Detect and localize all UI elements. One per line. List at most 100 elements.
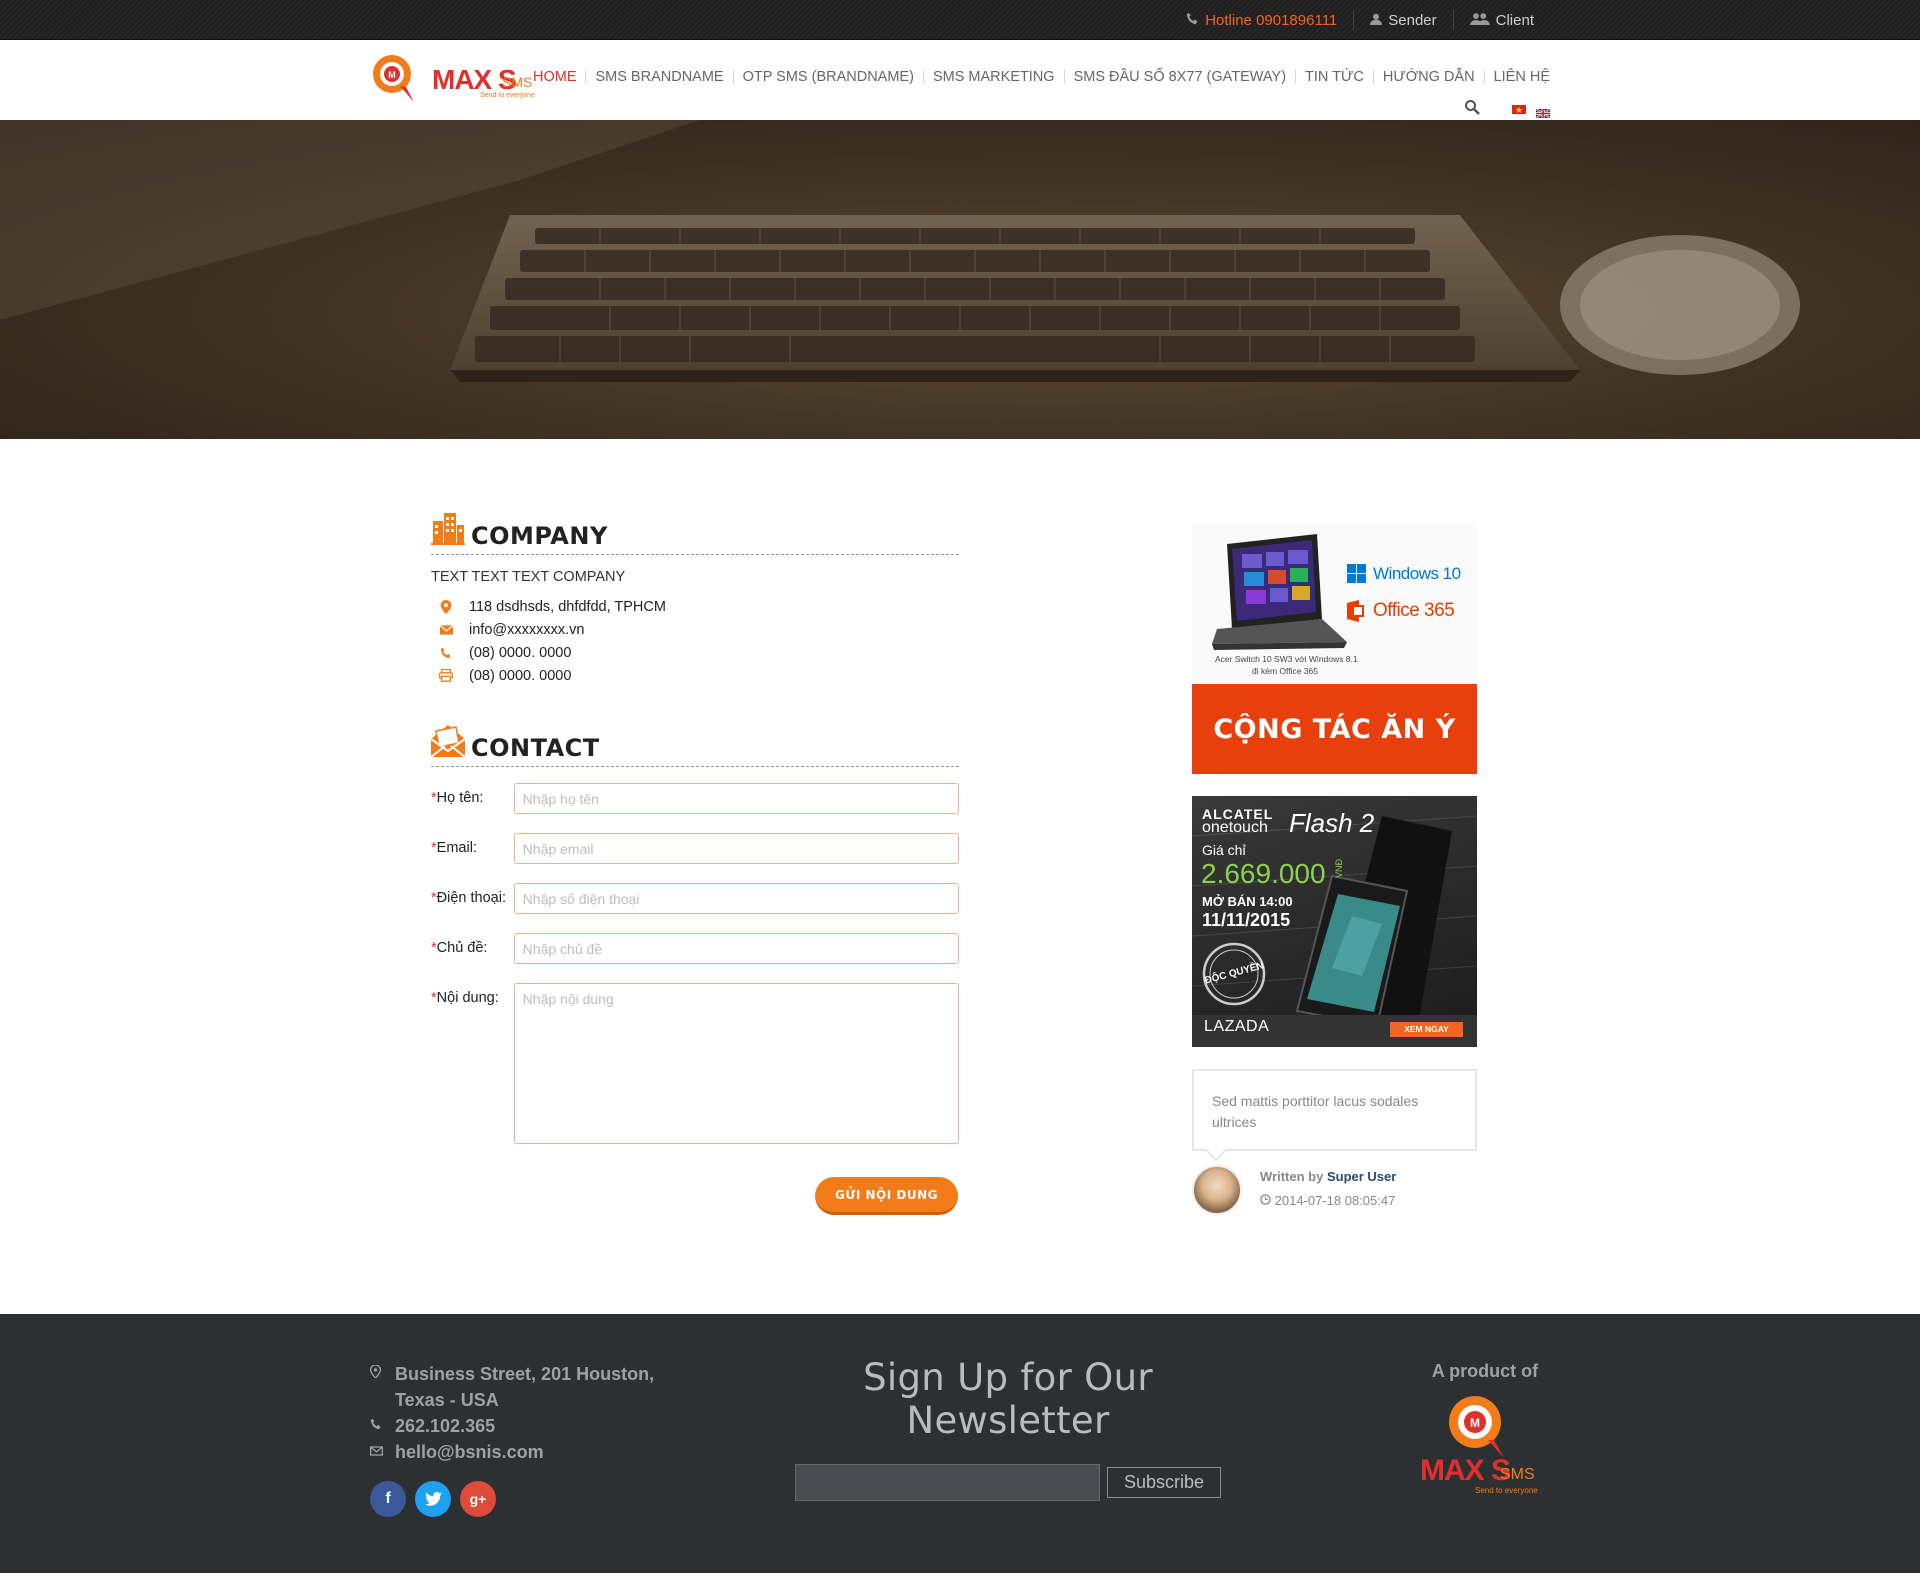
ad2-cta[interactable]: XEM NGAY (1390, 1022, 1463, 1037)
fax-text: (08) 0000. 0000 (469, 667, 572, 684)
contact-heading: CONTACT (430, 717, 959, 767)
ad1-banner: CỘNG TÁC ĂN Ý (1192, 684, 1477, 774)
footer-logo-text: MAX S (1420, 1454, 1511, 1487)
footer-logo-sms: SMS (1500, 1466, 1535, 1483)
company-heading: COMPANY (431, 505, 959, 555)
location-pin-icon (369, 1361, 384, 1387)
subject-row: *Chủ đề: (431, 933, 959, 983)
company-info: 118 dsdhsds, dhfdfdd, TPHCM info@xxxxxxx… (431, 595, 959, 687)
nav-sms-brandname[interactable]: SMS BRANDNAME (585, 70, 732, 84)
author-name[interactable]: Super User (1327, 1169, 1396, 1184)
nav-guide[interactable]: HƯỚNG DẪN (1372, 70, 1484, 84)
phone-row-form: *Điện thoại: (431, 883, 959, 933)
phone-text: (08) 0000. 0000 (469, 644, 572, 661)
email-row-form: *Email: (431, 833, 959, 883)
email-text[interactable]: info@xxxxxxxx.vn (469, 622, 584, 638)
subject-label: *Chủ đề: (431, 933, 514, 956)
footer-logo-tagline: Send to everyone (1475, 1486, 1538, 1495)
nav-home[interactable]: HOME (524, 70, 586, 85)
contact-title: CONTACT (471, 734, 600, 762)
email-input[interactable] (513, 833, 959, 864)
ad2-sale: MỞ BÁN 14:00 (1202, 894, 1293, 909)
client-link[interactable]: Client (1452, 10, 1550, 30)
testimonial-author: Written by Super User 2014-07-18 08:05:4… (1192, 1165, 1477, 1215)
footer-address: Business Street, 201 Houston, Texas - US… (369, 1361, 655, 1413)
header-tools (1464, 99, 1551, 120)
newsletter-form: Subscribe (795, 1464, 1224, 1501)
footer-address-2: Texas - USA (395, 1390, 499, 1410)
phone-row: (08) 0000. 0000 (431, 641, 959, 664)
hotline-text: Hotline 0901896111 (1205, 11, 1338, 29)
ad2-brand2: onetouch (1202, 819, 1268, 836)
hero-banner (0, 120, 1920, 439)
google-plus-icon[interactable]: g+ (460, 1481, 496, 1517)
windows-text: Windows 10 (1373, 564, 1461, 583)
clock-icon (1260, 1193, 1271, 1208)
nav-otp-sms[interactable]: OTP SMS (BRANDNAME) (732, 70, 923, 84)
ad2-model: Flash 2 (1289, 808, 1375, 838)
site-header: M MAX S SMS Send to everyone HOME SMS BR… (0, 40, 1920, 120)
twitter-icon[interactable] (415, 1481, 451, 1517)
printer-icon (431, 669, 469, 682)
email-row: info@xxxxxxxx.vn (431, 618, 959, 641)
newsletter-email-input[interactable] (795, 1464, 1100, 1501)
submit-button[interactable]: GỬI NỘI DUNG (815, 1177, 958, 1215)
ad2-shop: LAZADA (1204, 1018, 1270, 1035)
ad1-caption-2: đi kèm Office 365 (1252, 666, 1318, 676)
nav-sms-gateway[interactable]: SMS ĐẦU SỐ 8X77 (GATEWAY) (1063, 70, 1295, 84)
svg-text:M: M (1470, 1416, 1480, 1430)
sender-label: Sender (1388, 11, 1437, 29)
message-textarea[interactable] (513, 983, 959, 1144)
footer-logo[interactable]: M MAX S SMS Send to everyone (1420, 1392, 1550, 1502)
keyboard-image (0, 120, 1920, 439)
phone-icon (431, 647, 469, 659)
footer-address-1: Business Street, 201 Houston, (395, 1364, 655, 1384)
client-label: Client (1495, 11, 1534, 29)
email-label-text: Email: (436, 840, 477, 856)
nav-contact[interactable]: LIÊN HỆ (1483, 70, 1550, 84)
facebook-icon[interactable]: f (370, 1481, 406, 1517)
top-bar: Hotline 0901896111 Sender Client (0, 0, 1920, 40)
avatar (1192, 1165, 1242, 1215)
submit-wrap: GỬI NỘI DUNG (815, 1177, 958, 1215)
contact-form: *Họ tên: *Email: *Điện thoại: *Chủ đề: *… (431, 783, 959, 1144)
vietnam-flag-icon[interactable] (1512, 105, 1526, 114)
post-date-text: 2014-07-18 08:05:47 (1274, 1193, 1396, 1208)
uk-flag-icon[interactable] (1535, 105, 1551, 119)
ad2-price: 2.669.000 (1201, 858, 1326, 889)
ad2-price-label: Giá chỉ (1202, 842, 1246, 858)
sender-link[interactable]: Sender (1353, 10, 1452, 30)
svg-text:M: M (388, 70, 396, 80)
alcatel-ad[interactable]: ALCATEL onetouch Flash 2 Giá chỉ 2.669.0… (1192, 796, 1477, 1047)
building-icon (431, 511, 465, 550)
footer-email: hello@bsnis.com (369, 1439, 654, 1465)
sidebar: Windows 10 Office 365 Acer Switch 10 SW3… (1192, 524, 1477, 1215)
address-row: 118 dsdhsds, dhfdfdd, TPHCM (431, 595, 959, 618)
subject-input[interactable] (513, 933, 959, 964)
author-meta: Written by Super User 2014-07-18 08:05:4… (1260, 1165, 1396, 1208)
phone-label-text: Điện thoại: (436, 890, 506, 906)
phone-icon (1186, 12, 1199, 28)
nav-sms-marketing[interactable]: SMS MARKETING (922, 70, 1064, 84)
search-icon[interactable] (1464, 99, 1480, 120)
testimonial-quote: Sed mattis porttitor lacus sodales ultri… (1192, 1069, 1477, 1151)
users-icon (1469, 12, 1490, 28)
company-title: COMPANY (471, 522, 608, 550)
name-label-text: Họ tên: (436, 790, 484, 806)
acer-ad[interactable]: Windows 10 Office 365 Acer Switch 10 SW3… (1192, 524, 1477, 774)
nav-news[interactable]: TIN TỨC (1295, 70, 1373, 84)
site-logo[interactable]: M MAX S SMS Send to everyone (370, 52, 540, 104)
phone-input[interactable] (513, 883, 959, 914)
message-label: *Nội dung: (431, 983, 514, 1006)
top-links: Hotline 0901896111 Sender Client (1170, 0, 1550, 40)
newsletter: Sign Up for Our Newsletter Subscribe (792, 1356, 1224, 1501)
footer-email-text[interactable]: hello@bsnis.com (395, 1439, 544, 1465)
written-by: Written by Super User (1260, 1169, 1396, 1184)
social-links: f g+ (370, 1481, 654, 1517)
name-input[interactable] (513, 783, 959, 814)
name-label: *Họ tên: (431, 783, 514, 806)
subscribe-button[interactable]: Subscribe (1107, 1467, 1221, 1498)
envelope-icon (369, 1439, 384, 1465)
hotline[interactable]: Hotline 0901896111 (1170, 10, 1353, 30)
message-label-text: Nội dung: (436, 990, 499, 1006)
